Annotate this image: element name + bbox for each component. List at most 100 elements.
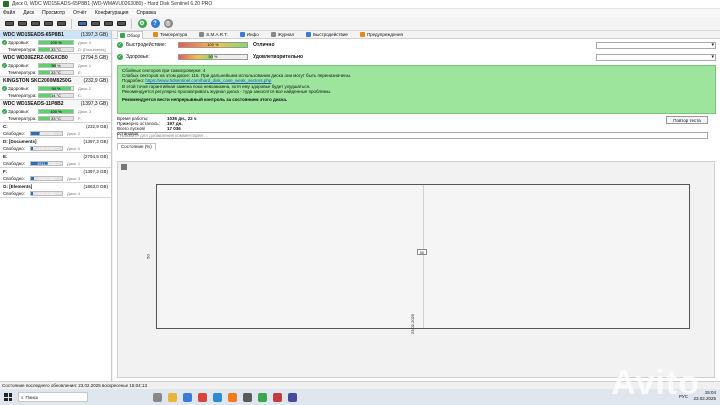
disk-capacity: (2794,5 GB)	[80, 55, 108, 61]
hdsentinel-taskbar-icon[interactable]	[258, 392, 267, 402]
disk-item-1[interactable]: WDC WD30EZRZ-00GXCB0 (2794,5 GB) ✓ Здоровь…	[0, 54, 111, 77]
tab-temperature[interactable]: Температура	[151, 31, 189, 39]
taskbar-search[interactable]: ⌕ Поиск	[18, 392, 88, 402]
tab-info[interactable]: Инфо	[238, 31, 261, 39]
task-view-icon[interactable]	[153, 392, 162, 402]
toolbar-disk-button-1[interactable]	[4, 19, 14, 29]
partition-item[interactable]: F: (1397,3 GB) Свободно: 118,7 GB Диск: 3	[0, 168, 111, 183]
health-dropdown[interactable]	[596, 53, 716, 61]
toolbar-disk-button-4[interactable]	[43, 19, 53, 29]
disk-capacity: (1397,3 GB)	[80, 32, 108, 38]
toolbar-disk-button-2[interactable]	[17, 19, 27, 29]
disk-item-2[interactable]: KINGSTON SKC2000M8250G (232,9 GB) ✓ Здоров…	[0, 77, 111, 100]
chart-plot-area: 50	[156, 184, 690, 329]
tab-label: Журнал	[277, 32, 295, 37]
performance-status: Отлично	[253, 42, 275, 48]
free-space-value: 112,4 GB	[38, 146, 55, 151]
health-value: 100 %	[50, 109, 62, 114]
window-title: Диск 0, WDC WD15EADS-65P8B1 (WD-WMAVU026…	[12, 1, 213, 7]
weak-sectors-link[interactable]: https://www.hdsentinel.com/hard_disk_cas…	[145, 78, 271, 83]
toolbar-refresh-button[interactable]	[77, 19, 87, 29]
tab-smart[interactable]: S.M.A.R.T.	[197, 31, 230, 39]
free-space-bar: 145,8 GB	[30, 191, 63, 196]
menu-view[interactable]: Просмотр	[42, 10, 65, 16]
tab-health-percent[interactable]: Состояние (%)	[117, 143, 156, 150]
help-icon: ?	[150, 19, 160, 28]
telegram-icon[interactable]	[213, 392, 222, 402]
toolbar-separator	[131, 18, 132, 29]
partition-item[interactable]: E: (2794,5 GB) Свободно: 1511,3 GB Диск: 1	[0, 153, 111, 168]
tab-log[interactable]: Журнал	[269, 31, 296, 39]
toolbar-help-button[interactable]: ?	[150, 19, 160, 29]
partition-disk: Диск: 1	[67, 161, 81, 166]
menu-report[interactable]: Отчёт	[73, 10, 87, 16]
info-icon	[239, 32, 245, 37]
disk-name: WDC WD15EADS-65P8B1	[3, 32, 64, 38]
thermometer-icon	[153, 32, 158, 37]
toolbar-disk-button-5[interactable]	[56, 19, 66, 29]
toolbar-separator	[71, 18, 72, 29]
free-label: Свободно:	[3, 131, 25, 136]
terminal-icon[interactable]	[243, 392, 252, 402]
tab-label: Быстродействие	[313, 32, 348, 37]
health-bar: 100 %	[38, 40, 74, 45]
edge-icon[interactable]	[183, 392, 192, 402]
menu-help[interactable]: Справка	[136, 10, 156, 16]
toolbar-report-button[interactable]	[90, 19, 100, 29]
comment-input[interactable]: Нажмите для добавления комментария ...	[117, 132, 708, 139]
performance-icon	[306, 32, 312, 37]
health-label: Здоровье:	[8, 86, 30, 91]
print-icon	[116, 21, 126, 26]
partition-item[interactable]: D: [Documents] (1397,3 GB) Свободно: 112,4…	[0, 138, 111, 153]
health-bar: 50 %	[178, 54, 248, 60]
main-panel: Обзор Температура S.M.A.R.T. Инфо Журнал…	[113, 30, 720, 381]
tab-alerts[interactable]: Предупреждения	[358, 31, 405, 39]
menu-file[interactable]: Файл	[3, 10, 15, 16]
app-icon[interactable]	[288, 392, 297, 402]
toolbar-test-button[interactable]	[103, 19, 113, 29]
health-status: Удовлетворительно	[253, 54, 304, 60]
performance-row: ✓ Быстродействие: 100 % Отлично	[113, 39, 720, 51]
free-space-bar: 112,4 GB	[30, 146, 63, 151]
start-button[interactable]	[4, 393, 12, 401]
tab-performance[interactable]: Быстродействие	[304, 31, 350, 39]
health-row: ✓ Здоровье: 50 % Удовлетворительно	[113, 51, 720, 63]
free-label: Свободно:	[3, 161, 25, 166]
temperature-bar: 33 °C	[38, 70, 74, 75]
menu-config[interactable]: Конфигурация	[95, 10, 129, 16]
health-label: Здоровье:	[8, 40, 30, 45]
free-space-value: 145,8 GB	[38, 191, 55, 196]
health-label: Здоровье:	[8, 109, 30, 114]
disk-item-3[interactable]: WDC WD15EADS-11P8B2 (1397,3 GB) ✓ Здоровье…	[0, 100, 111, 123]
temperature-label: Температура:	[8, 47, 37, 52]
media-icon[interactable]	[273, 392, 282, 402]
free-label: Свободно:	[3, 191, 25, 196]
disk-item-0[interactable]: WDC WD15EADS-65P8B1 (1397,3 GB) ✓ Здоровье…	[0, 31, 111, 54]
toolbar-disk-button-3[interactable]	[30, 19, 40, 29]
partition-item[interactable]: C: (232,9 GB) Свободно: 65,7 GB Диск: 2	[0, 123, 111, 138]
chart-options-icon[interactable]	[121, 164, 127, 170]
explorer-icon[interactable]	[168, 392, 177, 402]
health-label: Здоровье:	[8, 63, 30, 68]
ok-check-icon: ✓	[2, 63, 7, 68]
disk-capacity: (232,9 GB)	[83, 78, 108, 84]
browser-icon[interactable]	[198, 392, 207, 402]
partition-name: C:	[3, 124, 8, 129]
tab-overview[interactable]: Обзор	[117, 30, 143, 39]
performance-dropdown[interactable]	[596, 41, 716, 49]
menu-disk[interactable]: Диск	[23, 10, 34, 16]
disk-capacity: (1397,3 GB)	[80, 101, 108, 107]
toolbar-print-button[interactable]	[116, 19, 126, 29]
info-recommendation: Рекомендуется вести непрерывный контроль…	[122, 97, 288, 103]
toolbar-settings-button[interactable]: ⚙	[137, 19, 147, 29]
partition-item[interactable]: G: [Elements] (1863,0 GB) Свободно: 145,8 …	[0, 183, 111, 198]
toolbar-about-button[interactable]: ◎	[163, 19, 173, 29]
retest-button[interactable]: Повтор теста	[666, 116, 708, 124]
tab-label: S.M.A.R.T.	[206, 32, 228, 37]
avito-watermark: Avito	[611, 364, 700, 402]
disk-index: Диск: 3	[78, 109, 92, 114]
chart-y-tick: 50	[145, 254, 151, 259]
disk-index: Диск: 0	[78, 40, 92, 45]
tab-label: Предупреждения	[366, 32, 403, 37]
firefox-icon[interactable]	[228, 392, 237, 402]
